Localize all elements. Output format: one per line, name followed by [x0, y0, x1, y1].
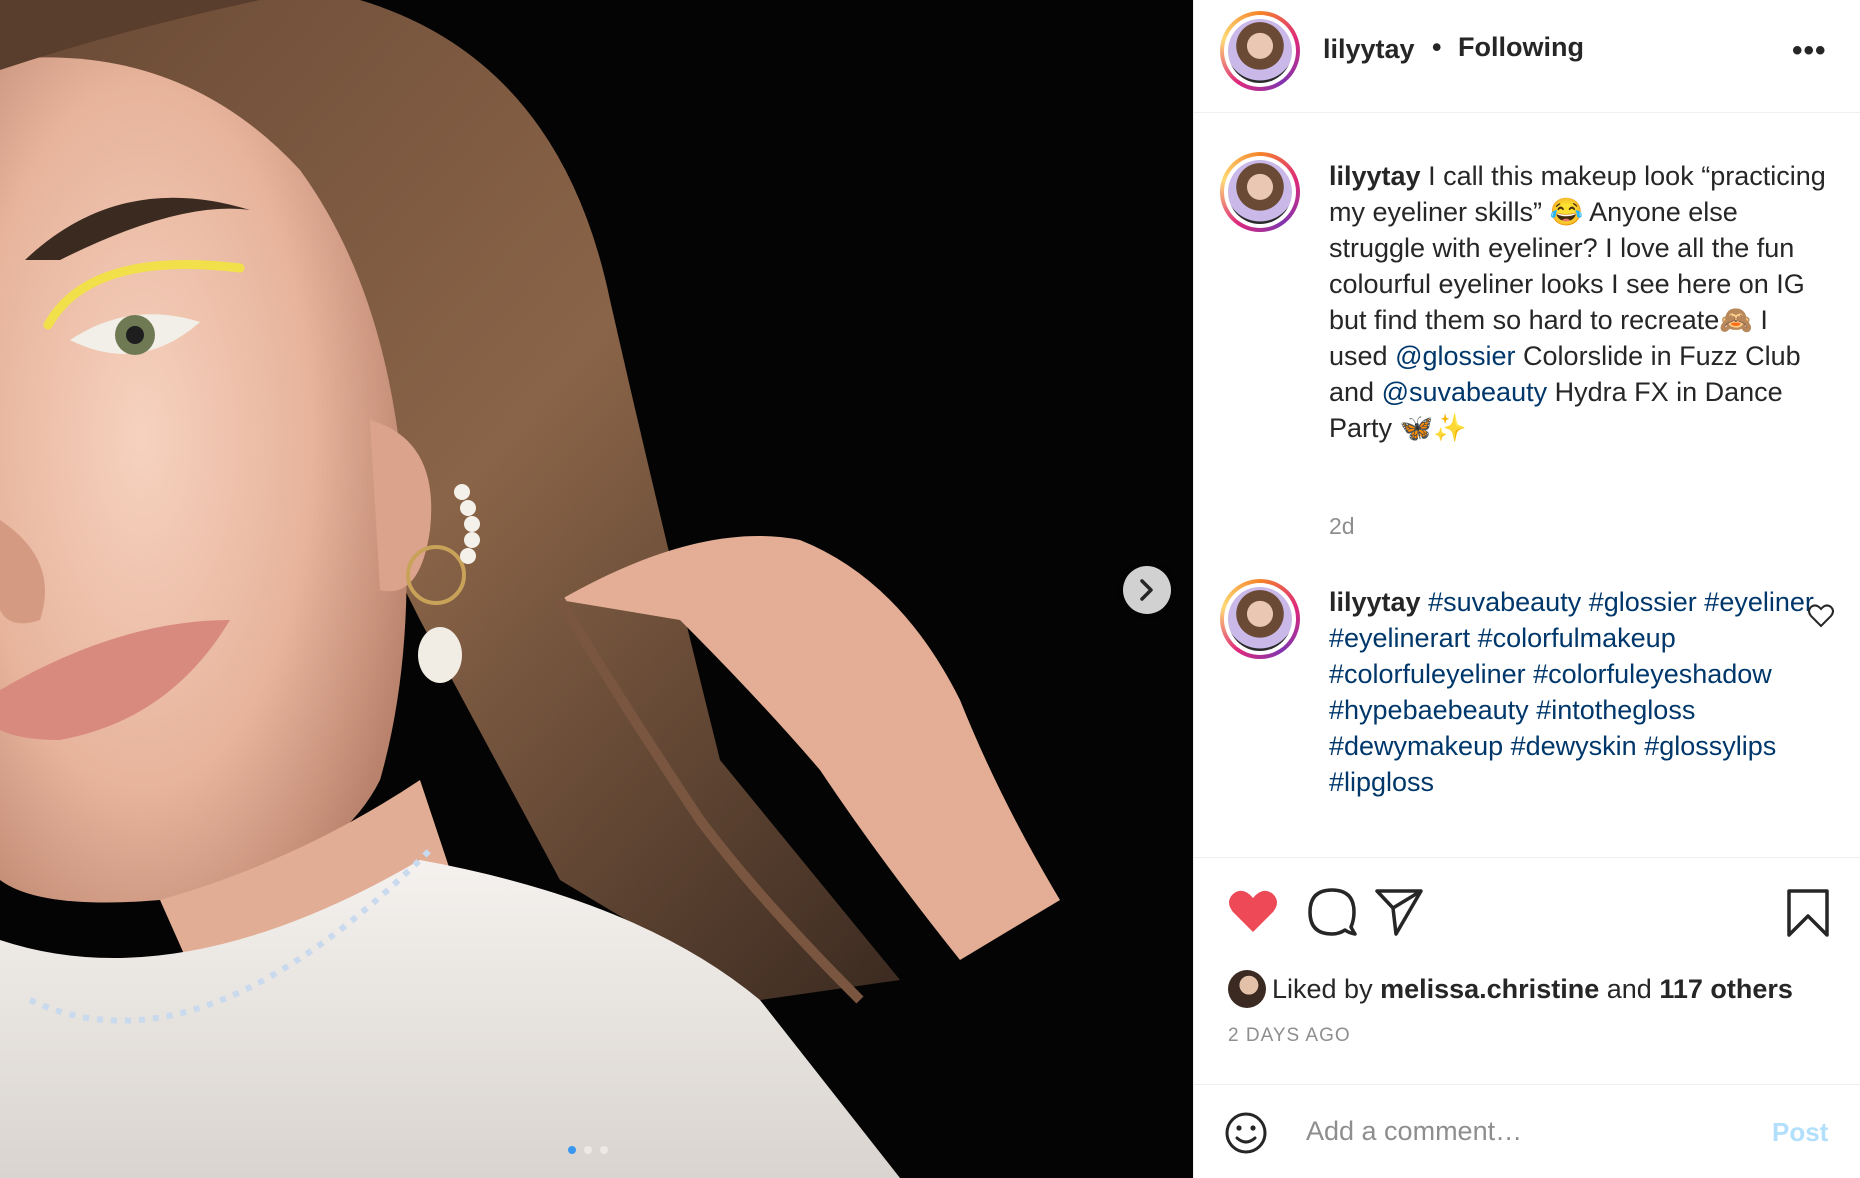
hashtag[interactable]: #eyeliner [1704, 587, 1814, 617]
mention-glossier[interactable]: @glossier [1395, 341, 1515, 371]
next-image-button[interactable] [1123, 566, 1171, 614]
following-button[interactable]: Following [1458, 32, 1584, 63]
caption-body-1: I call this makeup look “practicing my e… [1329, 161, 1826, 371]
comment-avatar[interactable] [1220, 579, 1300, 659]
post-actions: Liked by melissa.christine and 117 other… [1194, 857, 1860, 1087]
comment-username[interactable]: lilyytay [1329, 587, 1421, 617]
emoji-icon[interactable] [1225, 1112, 1267, 1154]
separator-dot: • [1432, 32, 1442, 62]
hashtag[interactable]: #dewymakeup [1329, 731, 1503, 761]
hashtag[interactable]: #colorfulmakeup [1478, 623, 1676, 653]
liker-username[interactable]: melissa.christine [1380, 974, 1599, 1005]
post-sidebar: lilyytay • Following ••• lilyytay I call… [1193, 0, 1860, 1178]
comment-like-heart-icon[interactable] [1808, 604, 1834, 628]
hashtag-text: lilyytay #suvabeauty #glossier #eyeliner… [1329, 584, 1829, 800]
carousel-indicator [568, 1146, 608, 1154]
comment-icon[interactable] [1307, 887, 1357, 937]
hashtag[interactable]: #intothegloss [1536, 695, 1695, 725]
post-comment-button[interactable]: Post [1772, 1117, 1828, 1148]
hashtag[interactable]: #colorfuleyeliner [1329, 659, 1526, 689]
carousel-dot [600, 1146, 608, 1154]
hashtag[interactable]: #dewyskin [1511, 731, 1637, 761]
post-header: lilyytay • Following ••• [1194, 0, 1860, 113]
hashtag[interactable]: #eyelinerart [1329, 623, 1470, 653]
caption-text: lilyytay I call this makeup look “practi… [1329, 158, 1829, 446]
like-heart-icon[interactable] [1228, 888, 1278, 934]
chevron-right-icon [1140, 579, 1153, 601]
likes-conjunction: and [1606, 973, 1652, 1004]
caption-timestamp[interactable]: 2d [1329, 513, 1355, 540]
caption-avatar[interactable] [1220, 152, 1300, 232]
selfie-image [0, 0, 1193, 1178]
hashtag[interactable]: #glossylips [1644, 731, 1776, 761]
likes-others-link[interactable]: 117 others [1659, 974, 1793, 1005]
liked-by-label: Liked by [1272, 973, 1373, 1004]
hashtag[interactable]: #suvabeauty [1428, 587, 1581, 617]
carousel-dot [584, 1146, 592, 1154]
hashtag[interactable]: #lipgloss [1329, 767, 1434, 797]
liker-avatar[interactable] [1228, 970, 1266, 1008]
hashtag[interactable]: #hypebaebeauty [1329, 695, 1529, 725]
save-bookmark-icon[interactable] [1786, 888, 1830, 938]
likes-summary: Liked by melissa.christine and 117 other… [1228, 970, 1793, 1008]
hashtag[interactable]: #glossier [1589, 587, 1697, 617]
author-username[interactable]: lilyytay [1323, 34, 1415, 65]
post-timestamp[interactable]: 2 DAYS AGO [1228, 1025, 1351, 1047]
mention-suvabeauty[interactable]: @suvabeauty [1382, 377, 1548, 407]
share-send-icon[interactable] [1374, 887, 1424, 937]
hashtag[interactable]: #colorfuleyeshadow [1533, 659, 1772, 689]
comments-list[interactable]: lilyytay I call this makeup look “practi… [1194, 113, 1860, 857]
add-comment-bar: Post [1194, 1084, 1860, 1178]
comment-input[interactable] [1306, 1105, 1766, 1157]
post-photo[interactable] [0, 0, 1193, 1178]
more-options-icon[interactable]: ••• [1792, 34, 1827, 68]
caption-username[interactable]: lilyytay [1329, 161, 1421, 191]
carousel-dot [568, 1146, 576, 1154]
author-avatar[interactable] [1220, 11, 1300, 91]
